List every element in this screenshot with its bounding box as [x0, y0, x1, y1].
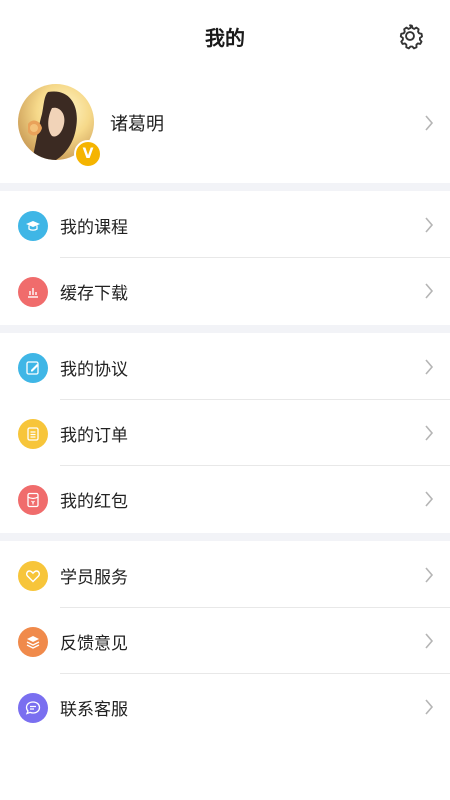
menu-item-label: 我的红包 — [60, 492, 128, 512]
menu-item-my-red-packet[interactable]: 我的红包 — [0, 466, 450, 532]
menu-item-student-service[interactable]: 学员服务 — [0, 542, 450, 608]
section-divider — [0, 325, 450, 333]
graduation-cap-icon — [18, 211, 48, 241]
vip-badge: V — [74, 140, 102, 168]
download-chart-icon — [18, 277, 48, 307]
menu-item-label: 缓存下载 — [60, 284, 128, 304]
red-packet-icon — [18, 485, 48, 515]
chevron-right-icon — [425, 491, 434, 507]
menu-item-my-orders[interactable]: 我的订单 — [0, 400, 450, 466]
heart-icon — [18, 561, 48, 591]
chevron-right-icon — [425, 425, 434, 441]
menu-item-cache-download[interactable]: 缓存下载 — [0, 258, 450, 324]
chevron-right-icon — [425, 283, 434, 299]
header: 我的 — [0, 0, 450, 70]
chevron-right-icon — [425, 359, 434, 375]
menu-item-label: 学员服务 — [60, 568, 128, 588]
menu-item-label: 我的订单 — [60, 426, 128, 446]
page-title: 我的 — [205, 26, 245, 50]
menu-item-my-courses[interactable]: 我的课程 — [0, 192, 450, 258]
menu-item-label: 我的协议 — [60, 360, 128, 380]
chat-bubble-icon — [18, 693, 48, 723]
menu-item-label: 联系客服 — [60, 700, 128, 720]
settings-gear-icon[interactable] — [396, 22, 424, 50]
menu-item-my-agreement[interactable]: 我的协议 — [0, 334, 450, 400]
section-divider — [0, 183, 450, 191]
menu-item-label: 反馈意见 — [60, 634, 128, 654]
menu-item-feedback[interactable]: 反馈意见 — [0, 608, 450, 674]
avatar[interactable]: V — [18, 84, 102, 168]
user-name: 诸葛明 — [110, 114, 164, 135]
chevron-right-icon — [425, 217, 434, 233]
menu-item-contact-support[interactable]: 联系客服 — [0, 674, 450, 740]
chevron-right-icon — [425, 567, 434, 583]
order-list-icon — [18, 419, 48, 449]
section-divider — [0, 533, 450, 541]
menu-item-label: 我的课程 — [60, 218, 128, 238]
profile-row[interactable]: V 诸葛明 — [0, 76, 450, 182]
chevron-right-icon — [425, 633, 434, 649]
feedback-stack-icon — [18, 627, 48, 657]
chevron-right-icon — [425, 115, 434, 131]
chevron-right-icon — [425, 699, 434, 715]
edit-document-icon — [18, 353, 48, 383]
